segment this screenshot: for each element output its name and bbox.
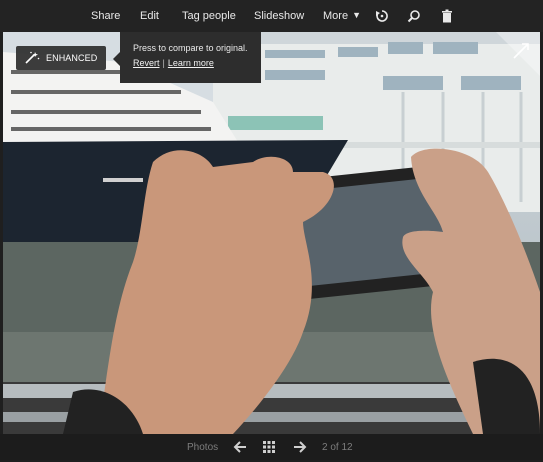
- slideshow-button[interactable]: Slideshow: [254, 0, 304, 32]
- grid-icon: [263, 441, 275, 453]
- trash-icon: [442, 9, 452, 23]
- previous-button[interactable]: [232, 434, 248, 460]
- search-button[interactable]: [404, 0, 424, 32]
- edit-button[interactable]: Edit: [140, 0, 159, 32]
- enhanced-toggle[interactable]: ENHANCED: [16, 46, 106, 70]
- chevron-down-icon: ▼: [352, 10, 361, 20]
- top-toolbar: Share Edit Tag people Slideshow More ▼: [0, 0, 543, 32]
- arrow-right-icon: [294, 441, 307, 453]
- grid-view-button[interactable]: [262, 434, 276, 460]
- enhance-tooltip: Press to compare to original. Revert | Lea…: [113, 32, 261, 83]
- delete-button[interactable]: [437, 0, 457, 32]
- search-icon: [407, 10, 420, 23]
- learn-more-link[interactable]: Learn more: [168, 58, 214, 68]
- enhanced-label: ENHANCED: [46, 53, 98, 63]
- tooltip-text: Press to compare to original.: [133, 43, 248, 53]
- revert-link[interactable]: Revert: [133, 58, 160, 68]
- photos-link[interactable]: Photos: [187, 434, 218, 460]
- tooltip-arrow: [113, 52, 120, 66]
- share-button[interactable]: Share: [91, 0, 120, 32]
- magic-wand-icon: [25, 51, 40, 64]
- arrow-left-icon: [233, 441, 246, 453]
- photo-image: [3, 32, 540, 434]
- rotate-button[interactable]: [372, 0, 392, 32]
- bottom-nav: Photos 2 of 12: [0, 434, 543, 460]
- link-separator: |: [162, 58, 165, 68]
- fullscreen-button[interactable]: [496, 32, 540, 76]
- tag-people-button[interactable]: Tag people: [182, 0, 236, 32]
- rotate-icon: [376, 10, 388, 22]
- photo-counter: 2 of 12: [322, 442, 353, 453]
- more-button[interactable]: More ▼: [323, 0, 361, 32]
- expand-icon: [496, 32, 540, 76]
- photo-viewer[interactable]: [3, 32, 540, 434]
- next-button[interactable]: [292, 434, 308, 460]
- more-label: More: [323, 10, 349, 22]
